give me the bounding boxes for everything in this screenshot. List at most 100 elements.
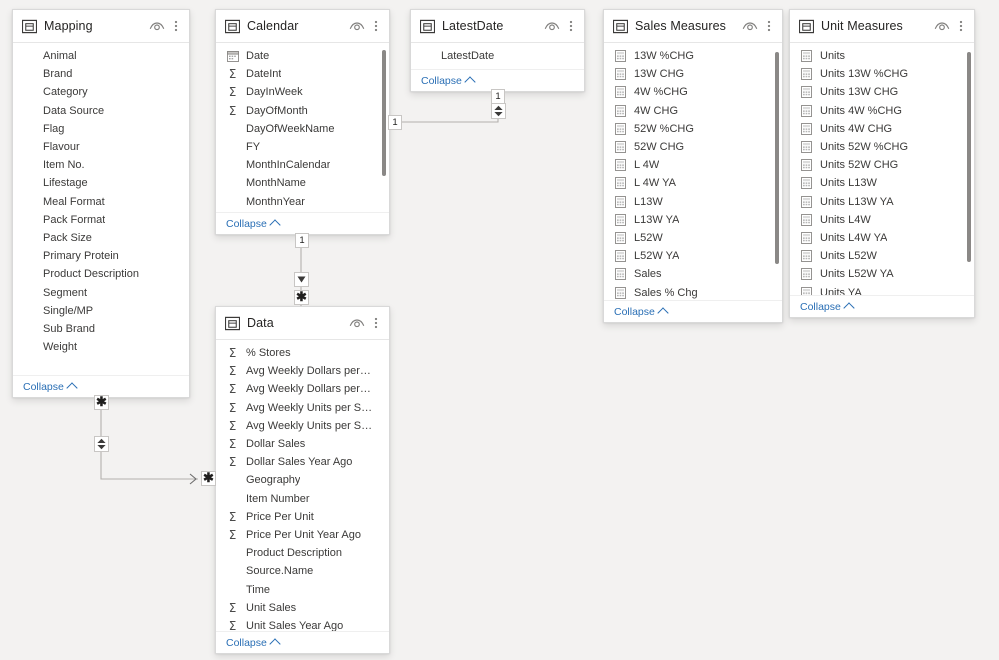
field-item[interactable]: 4W CHG <box>604 102 782 120</box>
field-item[interactable]: Sub Brand <box>13 320 189 338</box>
field-item[interactable]: DayOfWeekName <box>216 120 389 138</box>
field-item[interactable]: L52W YA <box>604 247 782 265</box>
field-item[interactable]: Geography <box>216 471 389 489</box>
field-item[interactable]: Units L13W <box>790 174 974 192</box>
field-item[interactable]: Meal Format <box>13 193 189 211</box>
field-item[interactable]: Σ % Stores <box>216 344 389 362</box>
field-item[interactable]: Pack Format <box>13 211 189 229</box>
more-options-icon[interactable] <box>370 18 382 34</box>
field-list-scrollbar[interactable] <box>382 47 386 208</box>
field-item[interactable]: Lifestage <box>13 174 189 192</box>
field-item[interactable]: Units 4W CHG <box>790 120 974 138</box>
field-item[interactable]: Σ Dollar Sales Year Ago <box>216 453 389 471</box>
field-item[interactable]: Weight <box>13 338 189 356</box>
collapse-button[interactable]: Collapse <box>614 306 669 319</box>
field-item[interactable]: Σ Unit Sales Year Ago <box>216 617 389 631</box>
table-card-calendar[interactable]: Calendar Date Σ DateInt Σ DayInWeek Σ DayOfMont… <box>215 9 390 235</box>
table-card-latestdate[interactable]: LatestDate LatestDate Collapse <box>410 9 585 92</box>
cardinality-one-badge[interactable]: 1 <box>388 115 402 130</box>
more-options-icon[interactable] <box>763 18 775 34</box>
field-item[interactable]: Flag <box>13 120 189 138</box>
field-item[interactable]: Σ DateInt <box>216 65 389 83</box>
scrollbar-thumb[interactable] <box>382 50 386 176</box>
field-item[interactable]: Σ Dollar Sales <box>216 435 389 453</box>
collapse-button[interactable]: Collapse <box>226 637 281 650</box>
model-view-canvas[interactable]: Mapping Animal Brand Category Data Source Fla… <box>0 0 999 660</box>
table-card-unit-measures[interactable]: Unit Measures Units Units 13W %CHG Units 13… <box>789 9 975 318</box>
field-item[interactable]: Source.Name <box>216 562 389 580</box>
field-list-scrollbar[interactable] <box>967 47 971 291</box>
field-item[interactable]: Primary Protein <box>13 247 189 265</box>
table-card-data[interactable]: Data Σ % Stores Σ Avg Weekly Dollars per Sto… <box>215 306 390 654</box>
field-item[interactable]: Σ DayOfMonth <box>216 102 389 120</box>
field-item[interactable]: Σ Avg Weekly Units per Store Selli... <box>216 417 389 435</box>
table-header-unit-measures[interactable]: Unit Measures <box>790 10 974 43</box>
field-item[interactable]: Sales % Chg <box>604 283 782 300</box>
field-item[interactable]: 4W %CHG <box>604 83 782 101</box>
cross-filter-single-arrow-icon[interactable] <box>294 272 309 287</box>
scrollbar-thumb[interactable] <box>967 51 971 262</box>
field-item[interactable]: Σ Price Per Unit Year Ago <box>216 526 389 544</box>
table-header-data[interactable]: Data <box>216 307 389 340</box>
cardinality-many-badge[interactable]: ✱ <box>294 290 309 305</box>
table-header-latestdate[interactable]: LatestDate <box>411 10 584 43</box>
more-options-icon[interactable] <box>565 18 577 34</box>
collapse-button[interactable]: Collapse <box>800 301 855 314</box>
field-item[interactable]: Product Description <box>216 544 389 562</box>
field-item[interactable]: Product Description <box>13 265 189 283</box>
cardinality-many-badge[interactable]: ✱ <box>201 471 216 486</box>
field-item[interactable]: 13W CHG <box>604 65 782 83</box>
field-item[interactable]: MonthInCalendar <box>216 156 389 174</box>
field-item[interactable]: L52W <box>604 229 782 247</box>
more-options-icon[interactable] <box>370 315 382 331</box>
hide-show-eye-icon[interactable] <box>544 18 560 34</box>
field-item[interactable]: Units 13W %CHG <box>790 65 974 83</box>
collapse-button[interactable]: Collapse <box>421 75 476 88</box>
field-list-container-sales-measures[interactable]: 13W %CHG 13W CHG 4W %CHG 4W CHG 52W %CHG 52W … <box>604 43 782 300</box>
cardinality-many-badge[interactable]: ✱ <box>94 395 109 410</box>
field-item[interactable]: Item No. <box>13 156 189 174</box>
field-item[interactable]: Animal <box>13 47 189 65</box>
hide-show-eye-icon[interactable] <box>149 18 165 34</box>
field-list-container-mapping[interactable]: Animal Brand Category Data Source Flag Flavou… <box>13 43 189 375</box>
field-item[interactable]: MonthName <box>216 174 389 192</box>
more-options-icon[interactable] <box>955 18 967 34</box>
table-card-mapping[interactable]: Mapping Animal Brand Category Data Source Fla… <box>12 9 190 398</box>
collapse-button[interactable]: Collapse <box>226 218 281 231</box>
field-item[interactable]: Units 4W %CHG <box>790 102 974 120</box>
field-item[interactable]: FY <box>216 138 389 156</box>
cross-filter-both-diamond-icon[interactable] <box>94 436 109 452</box>
field-item[interactable]: 13W %CHG <box>604 47 782 65</box>
table-card-sales-measures[interactable]: Sales Measures 13W %CHG 13W CHG 4W %CHG 4W C… <box>603 9 783 323</box>
field-item[interactable]: Units 52W %CHG <box>790 138 974 156</box>
field-item[interactable]: Σ Price Per Unit <box>216 508 389 526</box>
field-item[interactable]: L 4W YA <box>604 174 782 192</box>
field-item[interactable]: Single/MP <box>13 302 189 320</box>
field-item[interactable]: Units 13W CHG <box>790 83 974 101</box>
table-header-mapping[interactable]: Mapping <box>13 10 189 43</box>
field-list-container-latestdate[interactable]: LatestDate <box>411 43 584 69</box>
field-item[interactable]: Category <box>13 83 189 101</box>
field-item[interactable]: Units L52W YA <box>790 265 974 283</box>
field-item[interactable]: 52W %CHG <box>604 120 782 138</box>
field-item[interactable]: Units L52W <box>790 247 974 265</box>
scrollbar-thumb[interactable] <box>775 51 779 264</box>
collapse-button[interactable]: Collapse <box>23 381 78 394</box>
field-item[interactable]: Σ Avg Weekly Dollars per Store Se... <box>216 362 389 380</box>
field-item[interactable]: Sales <box>604 265 782 283</box>
field-item[interactable]: L13W <box>604 193 782 211</box>
field-item[interactable]: LatestDate <box>411 47 584 65</box>
field-item[interactable]: Units YA <box>790 283 974 295</box>
field-item[interactable]: Date <box>216 47 389 65</box>
field-item[interactable]: Σ Unit Sales <box>216 599 389 617</box>
cardinality-one-badge[interactable]: 1 <box>295 233 309 248</box>
cardinality-one-badge[interactable]: 1 <box>491 89 505 104</box>
field-item[interactable]: Time <box>216 580 389 598</box>
cross-filter-both-diamond-icon[interactable] <box>491 103 506 119</box>
field-item[interactable]: Σ Avg Weekly Units per Store Selli... <box>216 399 389 417</box>
field-item[interactable]: Pack Size <box>13 229 189 247</box>
hide-show-eye-icon[interactable] <box>349 315 365 331</box>
field-item[interactable]: Σ DayInWeek <box>216 83 389 101</box>
more-options-icon[interactable] <box>170 18 182 34</box>
field-list-container-calendar[interactable]: Date Σ DateInt Σ DayInWeek Σ DayOfMonth DayOfWe… <box>216 43 389 212</box>
